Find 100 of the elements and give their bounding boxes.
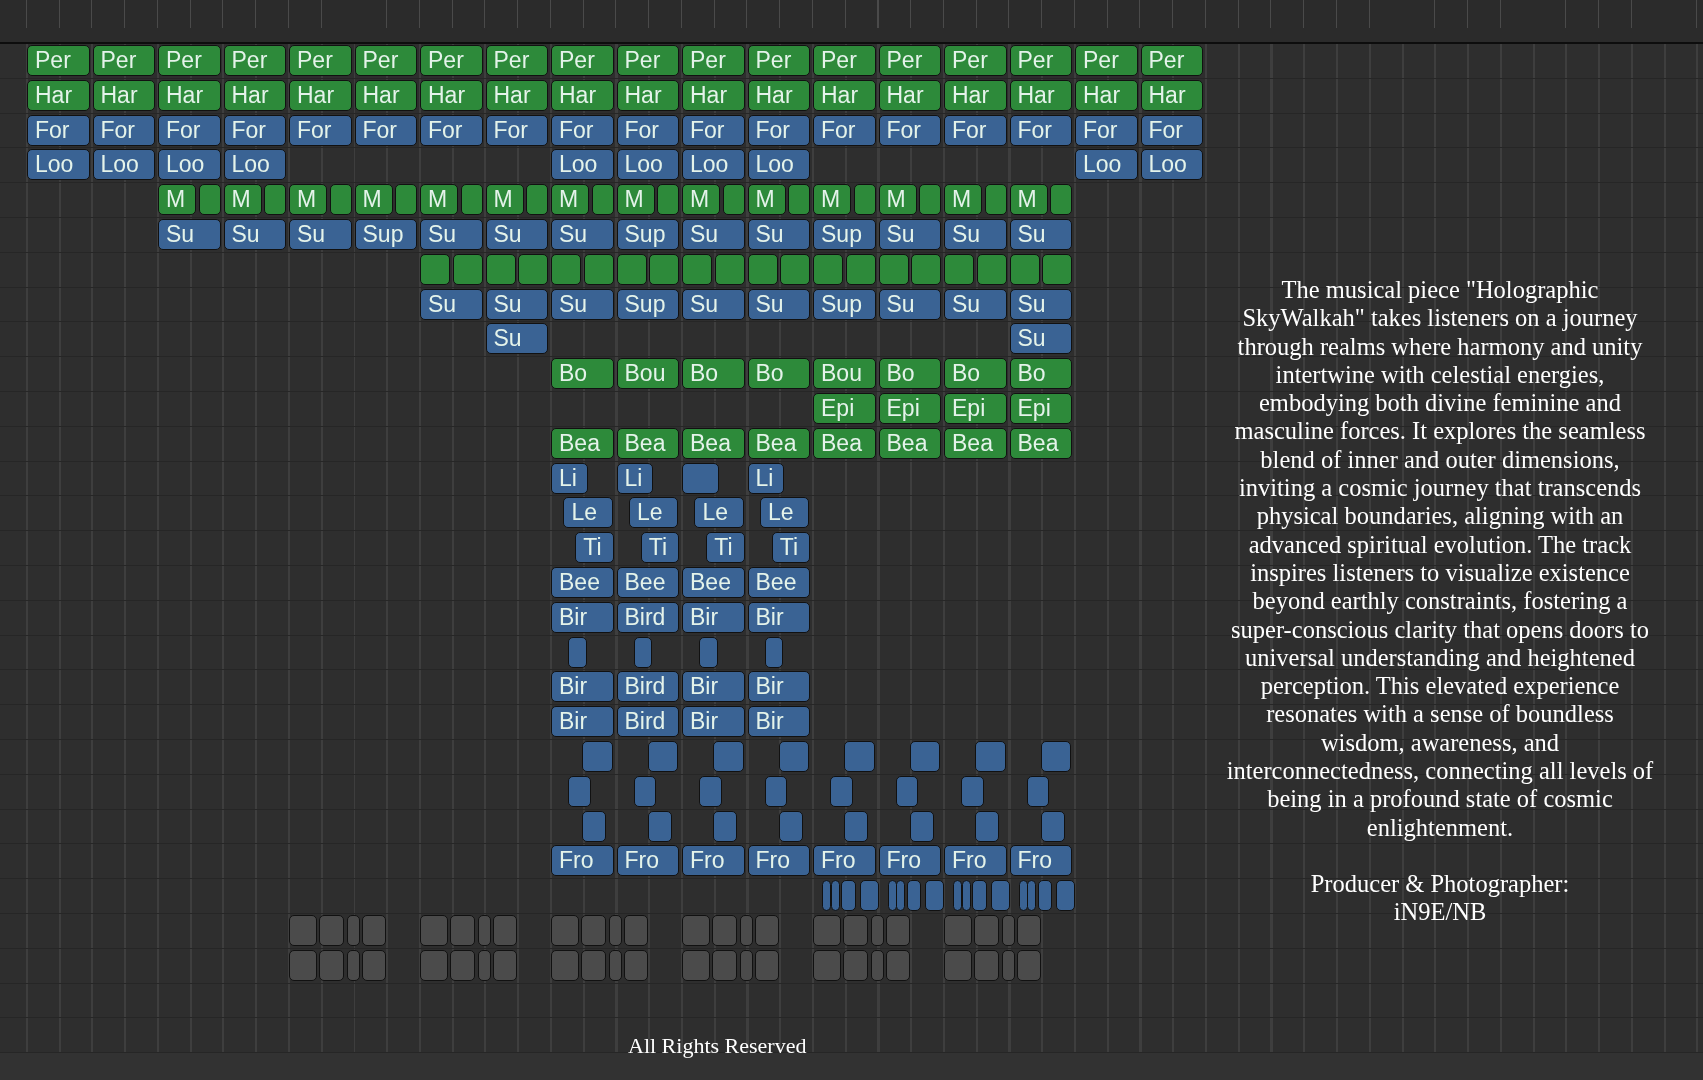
- track-region[interactable]: [878, 253, 909, 285]
- track-region[interactable]: [713, 740, 744, 772]
- track-region[interactable]: Har: [1140, 79, 1204, 111]
- track-region[interactable]: [944, 949, 972, 981]
- track-region[interactable]: [841, 880, 856, 912]
- track-region[interactable]: [712, 914, 738, 946]
- track-region[interactable]: [551, 253, 582, 285]
- track-region[interactable]: Per: [420, 45, 483, 76]
- track-region[interactable]: Har: [944, 79, 1007, 111]
- track-region[interactable]: [647, 810, 672, 842]
- track-region[interactable]: [972, 880, 987, 912]
- track-region[interactable]: M: [485, 184, 524, 216]
- track-region[interactable]: [452, 253, 483, 285]
- track-region[interactable]: [518, 253, 549, 285]
- track-region[interactable]: [591, 184, 614, 216]
- track-region[interactable]: Bee: [616, 566, 680, 598]
- track-region[interactable]: [450, 914, 476, 946]
- track-region[interactable]: [925, 880, 945, 912]
- track-region[interactable]: Per: [92, 45, 156, 76]
- track-region[interactable]: [764, 636, 784, 668]
- track-region[interactable]: Per: [813, 45, 876, 76]
- track-region[interactable]: Su: [747, 288, 811, 320]
- track-region[interactable]: [919, 184, 942, 216]
- track-region[interactable]: [493, 949, 518, 981]
- track-region[interactable]: [657, 184, 680, 216]
- track-region[interactable]: [551, 914, 579, 946]
- track-region[interactable]: Bo: [878, 358, 942, 390]
- track-region[interactable]: [526, 184, 549, 216]
- track-region[interactable]: Har: [92, 79, 156, 111]
- track-region[interactable]: Su: [223, 219, 287, 250]
- track-region[interactable]: M: [616, 184, 655, 216]
- track-region[interactable]: For: [682, 114, 745, 146]
- track-region[interactable]: Bo: [944, 358, 1007, 390]
- track-region[interactable]: Per: [682, 45, 745, 76]
- track-region[interactable]: [944, 914, 972, 946]
- track-region[interactable]: Per: [354, 45, 418, 76]
- track-region[interactable]: [974, 914, 1000, 946]
- track-region[interactable]: [649, 253, 680, 285]
- track-region[interactable]: [568, 775, 591, 807]
- track-region[interactable]: For: [92, 114, 156, 146]
- track-region[interactable]: Loo: [551, 149, 614, 181]
- track-region[interactable]: Per: [158, 45, 221, 76]
- track-region[interactable]: Bea: [682, 427, 745, 459]
- track-region[interactable]: [633, 775, 657, 807]
- track-region[interactable]: [976, 253, 1007, 285]
- track-region[interactable]: For: [289, 114, 352, 146]
- track-region[interactable]: [909, 810, 934, 842]
- track-region[interactable]: Epi: [878, 392, 942, 424]
- track-region[interactable]: [1040, 740, 1072, 772]
- track-region[interactable]: [1050, 184, 1073, 216]
- track-region[interactable]: Bir: [747, 706, 811, 738]
- track-region[interactable]: [822, 880, 832, 912]
- track-region[interactable]: [853, 184, 876, 216]
- track-region[interactable]: Fro: [1009, 845, 1073, 877]
- track-region[interactable]: Fro: [551, 845, 614, 877]
- track-region[interactable]: Ti: [771, 532, 811, 564]
- track-region[interactable]: Loo: [682, 149, 745, 181]
- track-region[interactable]: For: [813, 114, 876, 146]
- track-region[interactable]: [843, 949, 869, 981]
- track-region[interactable]: [551, 949, 579, 981]
- track-region[interactable]: [911, 253, 942, 285]
- track-region[interactable]: [647, 740, 679, 772]
- track-region[interactable]: Bo: [551, 358, 614, 390]
- track-region[interactable]: Su: [289, 219, 352, 250]
- track-region[interactable]: Har: [223, 79, 287, 111]
- track-region[interactable]: Bea: [878, 427, 942, 459]
- track-region[interactable]: M: [682, 184, 721, 216]
- track-region[interactable]: Le: [759, 497, 810, 529]
- track-region[interactable]: Bee: [747, 566, 811, 598]
- track-region[interactable]: Per: [1075, 45, 1138, 76]
- track-region[interactable]: Bird: [616, 601, 680, 633]
- track-region[interactable]: Bea: [551, 427, 614, 459]
- track-region[interactable]: [1018, 880, 1028, 912]
- track-region[interactable]: Bea: [747, 427, 811, 459]
- track-region[interactable]: [346, 914, 361, 946]
- track-region[interactable]: Bea: [1009, 427, 1073, 459]
- track-region[interactable]: [845, 253, 876, 285]
- track-region[interactable]: [1037, 880, 1053, 912]
- track-region[interactable]: [1056, 880, 1076, 912]
- track-region[interactable]: [1001, 949, 1016, 981]
- track-region[interactable]: Har: [1075, 79, 1138, 111]
- track-region[interactable]: [477, 949, 492, 981]
- track-region[interactable]: Har: [551, 79, 614, 111]
- track-region[interactable]: Bee: [551, 566, 614, 598]
- track-region[interactable]: For: [878, 114, 942, 146]
- track-region[interactable]: [1017, 914, 1042, 946]
- track-region[interactable]: [1001, 914, 1016, 946]
- track-region[interactable]: Har: [485, 79, 549, 111]
- track-region[interactable]: Per: [551, 45, 614, 76]
- track-region[interactable]: [984, 184, 1007, 216]
- track-region[interactable]: Su: [420, 288, 483, 320]
- track-region[interactable]: [990, 880, 1010, 912]
- track-region[interactable]: [722, 184, 745, 216]
- track-region[interactable]: [813, 949, 841, 981]
- track-region[interactable]: [974, 949, 1000, 981]
- track-region[interactable]: [813, 253, 844, 285]
- track-region[interactable]: Bou: [616, 358, 680, 390]
- track-region[interactable]: Su: [682, 219, 745, 250]
- track-region[interactable]: Har: [420, 79, 483, 111]
- track-region[interactable]: [830, 880, 840, 912]
